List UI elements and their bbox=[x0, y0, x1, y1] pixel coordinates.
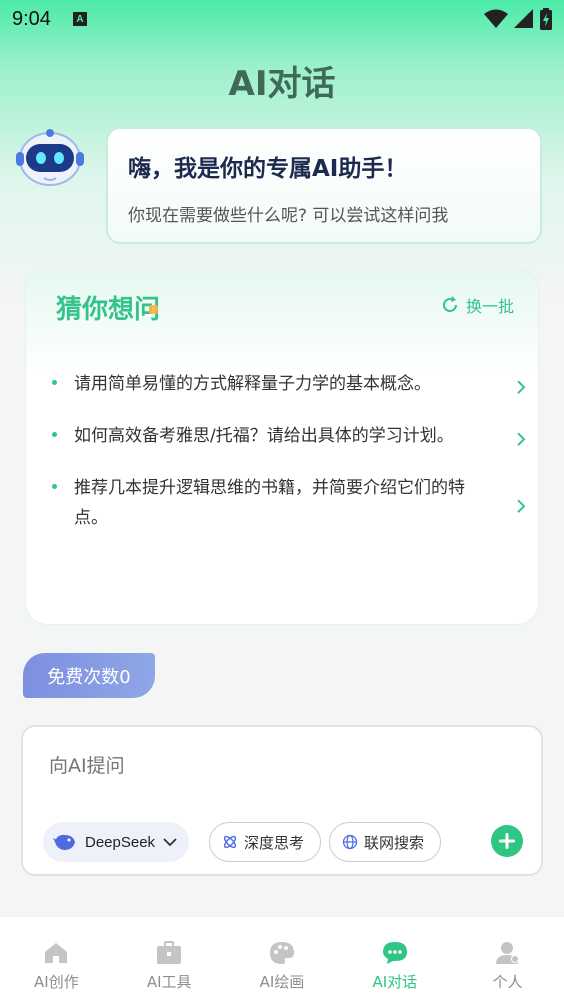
refresh-button[interactable]: 换一批 bbox=[440, 293, 514, 317]
model-selector[interactable]: DeepSeek bbox=[43, 822, 189, 862]
tab-label: AI绘画 bbox=[259, 973, 305, 991]
signal-icon bbox=[514, 9, 533, 28]
toolbox-icon bbox=[157, 941, 182, 964]
chat-bubble-icon bbox=[382, 942, 407, 964]
chevron-down-icon bbox=[163, 838, 177, 847]
suggestion-text: 请用简单易懂的方式解释量子力学的基本概念。 bbox=[74, 374, 431, 394]
add-icon[interactable] bbox=[491, 825, 523, 857]
tab-ai-create[interactable]: AI创作 bbox=[0, 917, 113, 1004]
suggestions-title-highlight: 问 bbox=[134, 295, 161, 325]
chevron-right-icon bbox=[517, 380, 526, 394]
palette-icon bbox=[269, 942, 294, 964]
suggestion-text: 推荐几本提升逻辑思维的书籍，并简要介绍它们的特点。 bbox=[74, 478, 465, 528]
globe-icon bbox=[342, 834, 358, 850]
chat-input[interactable] bbox=[49, 755, 499, 777]
suggestion-text: 如何高效备考雅思/托福？请给出具体的学习计划。 bbox=[74, 426, 454, 446]
deep-think-label: 深度思考 bbox=[244, 833, 305, 852]
refresh-icon bbox=[443, 296, 457, 312]
web-search-label: 联网搜索 bbox=[364, 833, 425, 852]
tab-personal[interactable]: 个人 bbox=[451, 917, 564, 1004]
bullet-icon bbox=[52, 484, 57, 489]
tab-label: AI工具 bbox=[146, 973, 192, 991]
person-icon bbox=[495, 942, 519, 964]
model-name: DeepSeek bbox=[85, 833, 156, 851]
suggestion-item[interactable]: 推荐几本提升逻辑思维的书籍，并简要介绍它们的特点。 bbox=[52, 473, 526, 533]
suggestions-title: 猜你想问 bbox=[56, 289, 160, 326]
deep-think-toggle[interactable]: 深度思考 bbox=[209, 822, 321, 862]
suggestion-item[interactable]: 请用简单易懂的方式解释量子力学的基本概念。 bbox=[52, 369, 526, 399]
tab-ai-tools[interactable]: AI工具 bbox=[113, 917, 226, 1004]
tab-label: 个人 bbox=[492, 973, 523, 991]
atom-icon bbox=[223, 835, 237, 849]
suggestions-list: 请用简单易懂的方式解释量子力学的基本概念。 如何高效备考雅思/托福？请给出具体的… bbox=[52, 369, 526, 555]
status-time: 9:04 bbox=[12, 7, 51, 30]
status-icons bbox=[484, 8, 552, 30]
page-title: AI对话 bbox=[228, 64, 336, 104]
home-icon bbox=[45, 943, 68, 963]
suggestions-card: 猜你想问 换一批 请用简单易懂的方式解释量子力学的基本概念。 如何高效备考雅思/… bbox=[25, 268, 539, 625]
greeting-card: 嗨，我是你的专属AI助手！ 你现在需要做些什么呢? 可以尝试这样问我 bbox=[106, 127, 542, 244]
bottom-tab-bar: AI创作 AI工具 AI绘画 AI对话 个人 bbox=[0, 917, 564, 1004]
robot-avatar-icon bbox=[16, 129, 84, 186]
chevron-right-icon bbox=[517, 499, 526, 513]
chevron-right-icon bbox=[517, 432, 526, 446]
tab-label: AI对话 bbox=[372, 973, 418, 991]
bullet-icon bbox=[52, 432, 57, 437]
web-search-toggle[interactable]: 联网搜索 bbox=[329, 822, 441, 862]
greeting-subtitle: 你现在需要做些什么呢? 可以尝试这样问我 bbox=[128, 206, 449, 226]
chat-input-box: DeepSeek 深度思考 联网搜索 bbox=[21, 725, 543, 876]
wifi-icon bbox=[484, 9, 508, 28]
tab-ai-paint[interactable]: AI绘画 bbox=[226, 917, 339, 1004]
suggestion-item[interactable]: 如何高效备考雅思/托福？请给出具体的学习计划。 bbox=[52, 421, 526, 451]
whale-icon bbox=[53, 834, 75, 850]
refresh-label: 换一批 bbox=[465, 297, 514, 316]
tab-label: AI创作 bbox=[34, 973, 79, 991]
bullet-icon bbox=[52, 380, 57, 385]
greeting-title: 嗨，我是你的专属AI助手！ bbox=[128, 156, 408, 182]
status-bar: 9:04 A bbox=[0, 0, 564, 38]
free-count-badge: 免费次数0 bbox=[23, 653, 155, 698]
suggestions-title-prefix: 猜你想 bbox=[56, 295, 135, 325]
notification-icon: A bbox=[72, 12, 87, 26]
tab-ai-chat[interactable]: AI对话 bbox=[338, 917, 451, 1004]
battery-charging-icon bbox=[540, 8, 552, 30]
